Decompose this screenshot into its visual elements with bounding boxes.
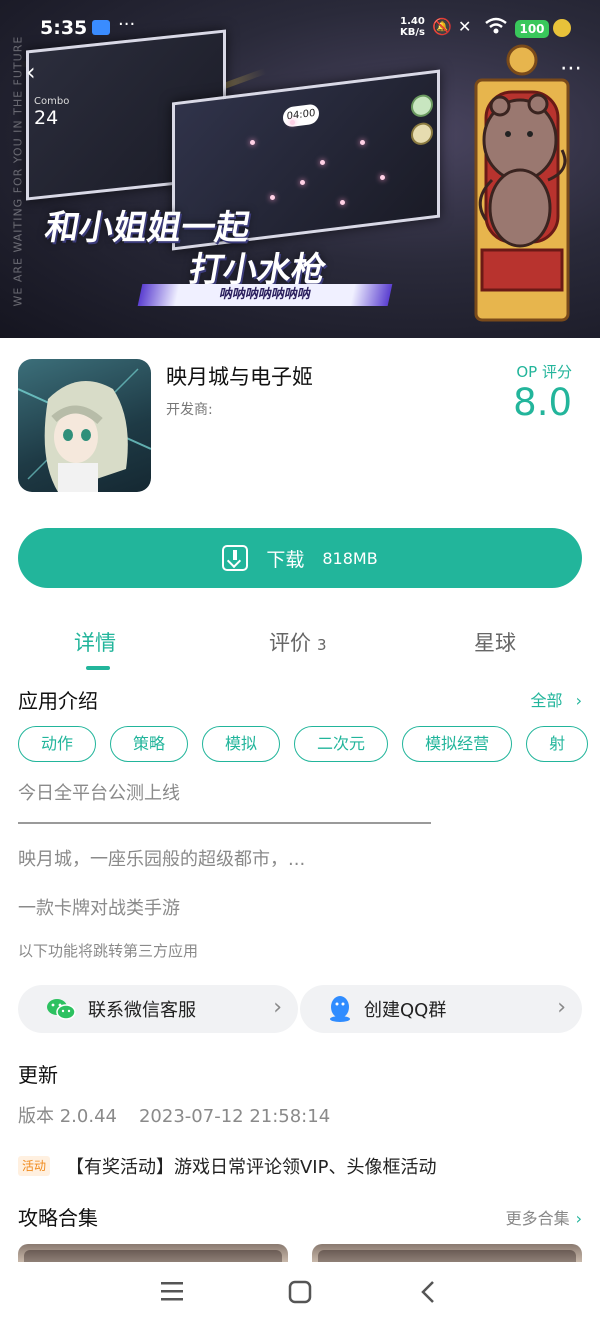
status-bar: 5:35 ··· 1.40 KB/s 🔕 ✕ 100 xyxy=(0,0,600,60)
tag-item[interactable]: 策略 xyxy=(110,726,189,762)
download-icon xyxy=(222,545,249,571)
charging-icon xyxy=(553,19,571,37)
tag-item[interactable]: 模拟经营 xyxy=(402,726,513,762)
more-options-button[interactable]: ⋯ xyxy=(560,56,583,81)
active-tab-indicator xyxy=(86,666,110,670)
download-button[interactable]: 下载 818MB xyxy=(18,528,582,588)
network-speed-value: 1.40 xyxy=(400,16,425,27)
tab-planet[interactable]: 星球 xyxy=(474,627,516,657)
network-speed-unit: KB/s xyxy=(400,27,425,38)
back-button[interactable]: ‹ xyxy=(26,58,36,86)
wifi-icon xyxy=(484,17,508,39)
intro-description[interactable]: 映月城，一座乐园般的超级都市，... xyxy=(18,845,305,871)
tab-planet-label: 星球 xyxy=(474,631,516,655)
intro-section-title: 应用介绍 xyxy=(18,689,98,713)
app-name: 映月城与电子姬 xyxy=(166,365,313,389)
chevron-right-icon: › xyxy=(575,1209,582,1228)
system-navigation-bar xyxy=(0,1262,600,1333)
tag-item[interactable]: 二次元 xyxy=(294,726,389,762)
qq-penguin-icon xyxy=(330,996,350,1022)
hero-banner[interactable]: WE ARE WAITING FOR YOU IN THE FUTURE Com… xyxy=(0,0,600,338)
wechat-button-label: 联系微信客服 xyxy=(88,1000,196,1021)
app-icon xyxy=(18,359,151,492)
game-timer: 04:00 xyxy=(283,103,319,128)
more-notifications-icon: ··· xyxy=(118,14,136,35)
tag-list: 动作 策略 模拟 二次元 模拟经营射 xyxy=(18,726,600,764)
battery-indicator: 100 xyxy=(515,20,549,38)
activity-link[interactable]: 【有奖活动】游戏日常评论领VIP、头像框活动 xyxy=(66,1153,436,1179)
chevron-right-icon: › xyxy=(273,995,282,1020)
rating-value: 8.0 xyxy=(513,381,572,424)
update-section-title: 更新 xyxy=(18,1063,58,1087)
tab-details-label: 详情 xyxy=(74,631,116,655)
qq-button-label: 创建QQ群 xyxy=(364,1000,447,1021)
intro-all-link[interactable]: 全部 › xyxy=(530,687,582,711)
status-time: 5:35 xyxy=(40,17,88,39)
intro-headline: 今日全平台公测上线 xyxy=(18,783,180,804)
mail-notification-icon xyxy=(92,20,110,35)
tag-item[interactable]: 动作 xyxy=(18,726,97,762)
contact-wechat-button[interactable]: 联系微信客服 › xyxy=(18,985,298,1033)
activity-badge: 活动 xyxy=(18,1156,51,1176)
no-sim-icon: ✕ xyxy=(458,17,472,36)
rating-label: OP 评分 xyxy=(516,363,572,381)
update-timestamp: 2023-07-12 21:58:14 xyxy=(138,1106,331,1127)
tab-details[interactable]: 详情 xyxy=(74,627,116,657)
wechat-icon xyxy=(47,999,76,1020)
create-qq-group-button[interactable]: 创建QQ群 › xyxy=(300,985,582,1033)
more-guides-link[interactable]: 更多合集 › xyxy=(506,1205,582,1229)
developer-label: 开发商: xyxy=(166,402,213,418)
chevron-right-icon: › xyxy=(575,691,582,710)
guides-section-title: 攻略合集 xyxy=(18,1206,98,1230)
tag-item[interactable]: 射 xyxy=(526,726,589,762)
combo-label: Combo xyxy=(34,96,70,107)
more-guides-label: 更多合集 xyxy=(505,1209,570,1228)
version-number: 版本 2.0.44 xyxy=(18,1106,117,1127)
combo-value: 24 xyxy=(34,107,59,129)
combo-counter: Combo 24 xyxy=(34,96,69,129)
home-icon[interactable] xyxy=(288,1280,312,1310)
network-speed: 1.40 KB/s xyxy=(400,16,425,38)
tag-item[interactable]: 模拟 xyxy=(202,726,281,762)
intro-all-label: 全部 xyxy=(530,691,563,710)
download-size: 818MB xyxy=(322,548,378,568)
mute-bell-icon: 🔕 xyxy=(432,17,452,36)
hero-vertical-text: WE ARE WAITING FOR YOU IN THE FUTURE xyxy=(11,35,25,307)
tab-reviews-label: 评价 xyxy=(269,631,311,655)
chevron-right-icon: › xyxy=(557,995,566,1020)
tab-reviews-count: 3 xyxy=(317,636,327,654)
slogan-line-3: 呐呐呐呐呐呐呐 xyxy=(137,284,393,306)
download-label: 下载 xyxy=(266,548,305,571)
intro-genre: 一款卡牌对战类手游 xyxy=(18,898,180,919)
intro-divider xyxy=(18,822,431,824)
tab-reviews[interactable]: 评价 3 xyxy=(269,627,327,657)
third-party-note: 以下功能将跳转第三方应用 xyxy=(18,942,199,960)
menu-icon[interactable] xyxy=(160,1280,184,1308)
back-icon[interactable] xyxy=(418,1280,438,1310)
version-info: 版本 2.0.44 2023-07-12 21:58:14 xyxy=(18,1102,330,1128)
